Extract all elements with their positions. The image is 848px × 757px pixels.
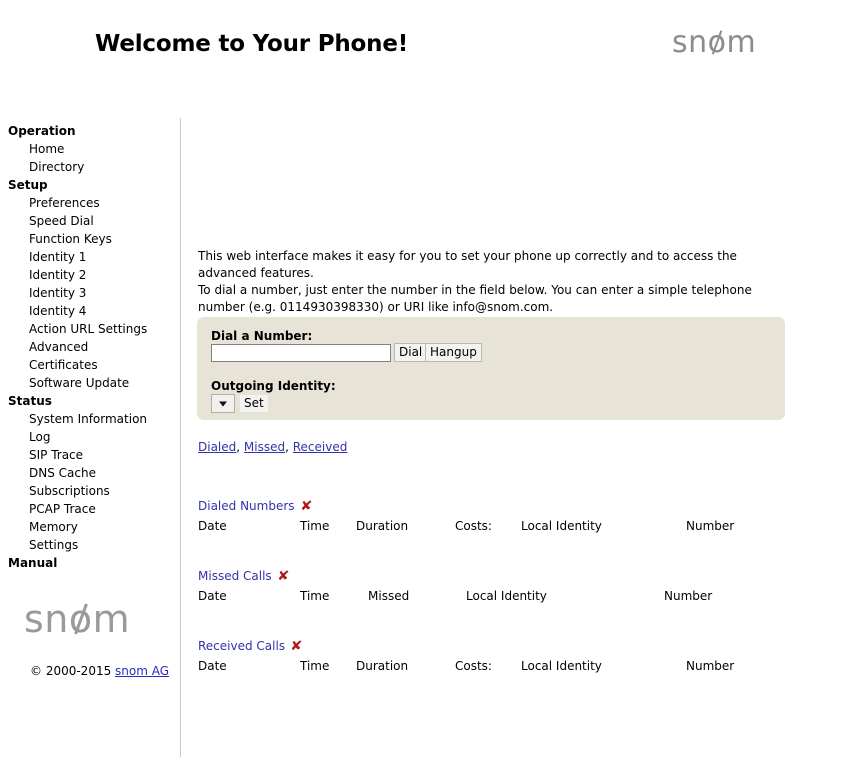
column-header-time: Time [300,659,330,673]
column-header-duration: Duration [356,519,409,533]
link-separator-2: , [285,440,293,454]
column-header-number: Number [664,589,713,603]
page-header: Welcome to Your Phone! snom [0,0,848,118]
dial-panel: Dial a Number: Dial Hangup Outgoing Iden… [197,317,785,420]
sidebar-item-identity-1[interactable]: Identity 1 [0,248,180,266]
sidebar-item-certificates[interactable]: Certificates [0,356,180,374]
intro-paragraph-1: This web interface makes it easy for you… [198,249,737,280]
sidebar-item-sip-trace[interactable]: SIP Trace [0,446,180,464]
delete-missed-calls-icon[interactable]: ✘ [277,570,290,583]
sidebar-item-pcap-trace[interactable]: PCAP Trace [0,500,180,518]
sidebar-item-memory[interactable]: Memory [0,518,180,536]
sidebar-item-subscriptions[interactable]: Subscriptions [0,482,180,500]
sidebar-group-manual: Manual [8,556,58,570]
column-header-duration: Duration [356,659,409,673]
sidebar-item-log[interactable]: Log [0,428,180,446]
missed-calls-column-headers: Date Time Missed Local Identity Number [198,589,838,607]
sidebar-item-preferences[interactable]: Preferences [0,194,180,212]
dialed-numbers-section: Dialed Numbers ✘ Date Time Duration Costs: Loc… [198,499,838,537]
link-received[interactable]: Received [293,440,348,454]
sidebar-item-dns-cache[interactable]: DNS Cache [0,464,180,482]
sidebar-item-advanced[interactable]: Advanced [0,338,180,356]
received-calls-title-row: Received Calls ✘ [198,639,838,655]
sidebar-item-software-update[interactable]: Software Update [0,374,180,392]
dial-button[interactable]: Dial [394,343,428,362]
chevron-down-icon [219,401,227,406]
sidebar-group-setup: Setup [8,178,48,192]
column-header-date: Date [198,519,227,533]
missed-calls-title[interactable]: Missed Calls [198,569,272,583]
dialed-numbers-column-headers: Date Time Duration Costs: Local Identity Numb… [198,519,838,537]
set-identity-button[interactable]: Set [239,394,269,413]
copyright-notice: © 2000-2015 snom AG [30,664,169,678]
sidebar-item-identity-2[interactable]: Identity 2 [0,266,180,284]
sidebar-item-action-url-settings[interactable]: Action URL Settings [0,320,180,338]
column-header-number: Number [686,659,735,673]
link-missed[interactable]: Missed [244,440,285,454]
delete-dialed-numbers-icon[interactable]: ✘ [300,500,313,513]
column-header-time: Time [300,589,330,603]
snom-logo-sidebar: snom [24,597,131,641]
sidebar-item-identity-4[interactable]: Identity 4 [0,302,180,320]
dial-number-label: Dial a Number: [211,329,313,343]
intro-paragraph-2: To dial a number, just enter the number … [198,283,752,314]
received-calls-column-headers: Date Time Duration Costs: Local Identity Numb… [198,659,838,677]
copyright-text: © 2000-2015 [30,664,116,678]
outgoing-identity-select[interactable] [211,394,235,413]
snom-ag-link[interactable]: snom AG [115,664,169,678]
main-content: This web interface makes it easy for you… [181,118,848,757]
column-header-local-identity: Local Identity [466,589,547,603]
column-header-costs: Costs: [455,659,492,673]
column-header-date: Date [198,589,227,603]
intro-text: This web interface makes it easy for you… [198,248,778,316]
snom-logo-header: snom [672,25,757,60]
page-title: Welcome to Your Phone! [95,31,409,57]
column-header-local-identity: Local Identity [521,519,602,533]
sidebar-group-status: Status [8,394,52,408]
delete-received-calls-icon[interactable]: ✘ [290,640,303,653]
sidebar-item-system-information[interactable]: System Information [0,410,180,428]
sidebar-item-home[interactable]: Home [0,140,180,158]
sidebar-navigation: Operation Home Directory Setup Preferences Sp… [0,118,181,757]
dialed-numbers-title-row: Dialed Numbers ✘ [198,499,838,515]
column-header-local-identity: Local Identity [521,659,602,673]
call-list-quick-links: Dialed, Missed, Received [198,440,347,454]
received-calls-section: Received Calls ✘ Date Time Duration Costs: Loc… [198,639,838,677]
sidebar-item-identity-3[interactable]: Identity 3 [0,284,180,302]
missed-calls-title-row: Missed Calls ✘ [198,569,838,585]
sidebar-item-function-keys[interactable]: Function Keys [0,230,180,248]
sidebar-item-settings[interactable]: Settings [0,536,180,554]
column-header-missed: Missed [368,589,410,603]
outgoing-identity-label: Outgoing Identity: [211,379,336,393]
column-header-date: Date [198,659,227,673]
sidebar-item-speed-dial[interactable]: Speed Dial [0,212,180,230]
hangup-button[interactable]: Hangup [425,343,482,362]
link-dialed[interactable]: Dialed [198,440,236,454]
link-separator-1: , [236,440,244,454]
missed-calls-section: Missed Calls ✘ Date Time Missed Local Identit… [198,569,838,607]
column-header-time: Time [300,519,330,533]
column-header-costs: Costs: [455,519,492,533]
dialed-numbers-title[interactable]: Dialed Numbers [198,499,295,513]
received-calls-title[interactable]: Received Calls [198,639,285,653]
dial-number-input[interactable] [211,344,391,362]
sidebar-group-operation: Operation [8,124,76,138]
sidebar-item-directory[interactable]: Directory [0,158,180,176]
sidebar-menu: Operation Home Directory Setup Preferences Sp… [0,122,180,572]
column-header-number: Number [686,519,735,533]
